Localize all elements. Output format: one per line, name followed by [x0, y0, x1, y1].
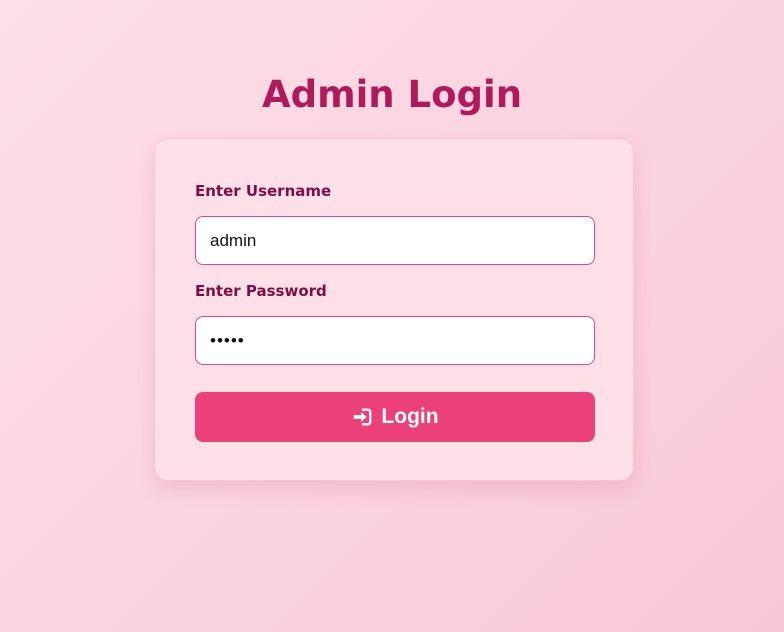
login-button-label: Login: [381, 405, 439, 428]
sign-in-icon: [351, 406, 373, 428]
page-title: Admin Login: [261, 73, 523, 116]
password-input[interactable]: [195, 316, 595, 365]
username-label: Enter Username: [195, 182, 332, 200]
login-card: Enter Username Enter Password Login: [154, 138, 634, 481]
password-label: Enter Password: [195, 282, 327, 300]
username-input[interactable]: [195, 216, 595, 265]
login-button[interactable]: Login: [195, 392, 595, 442]
